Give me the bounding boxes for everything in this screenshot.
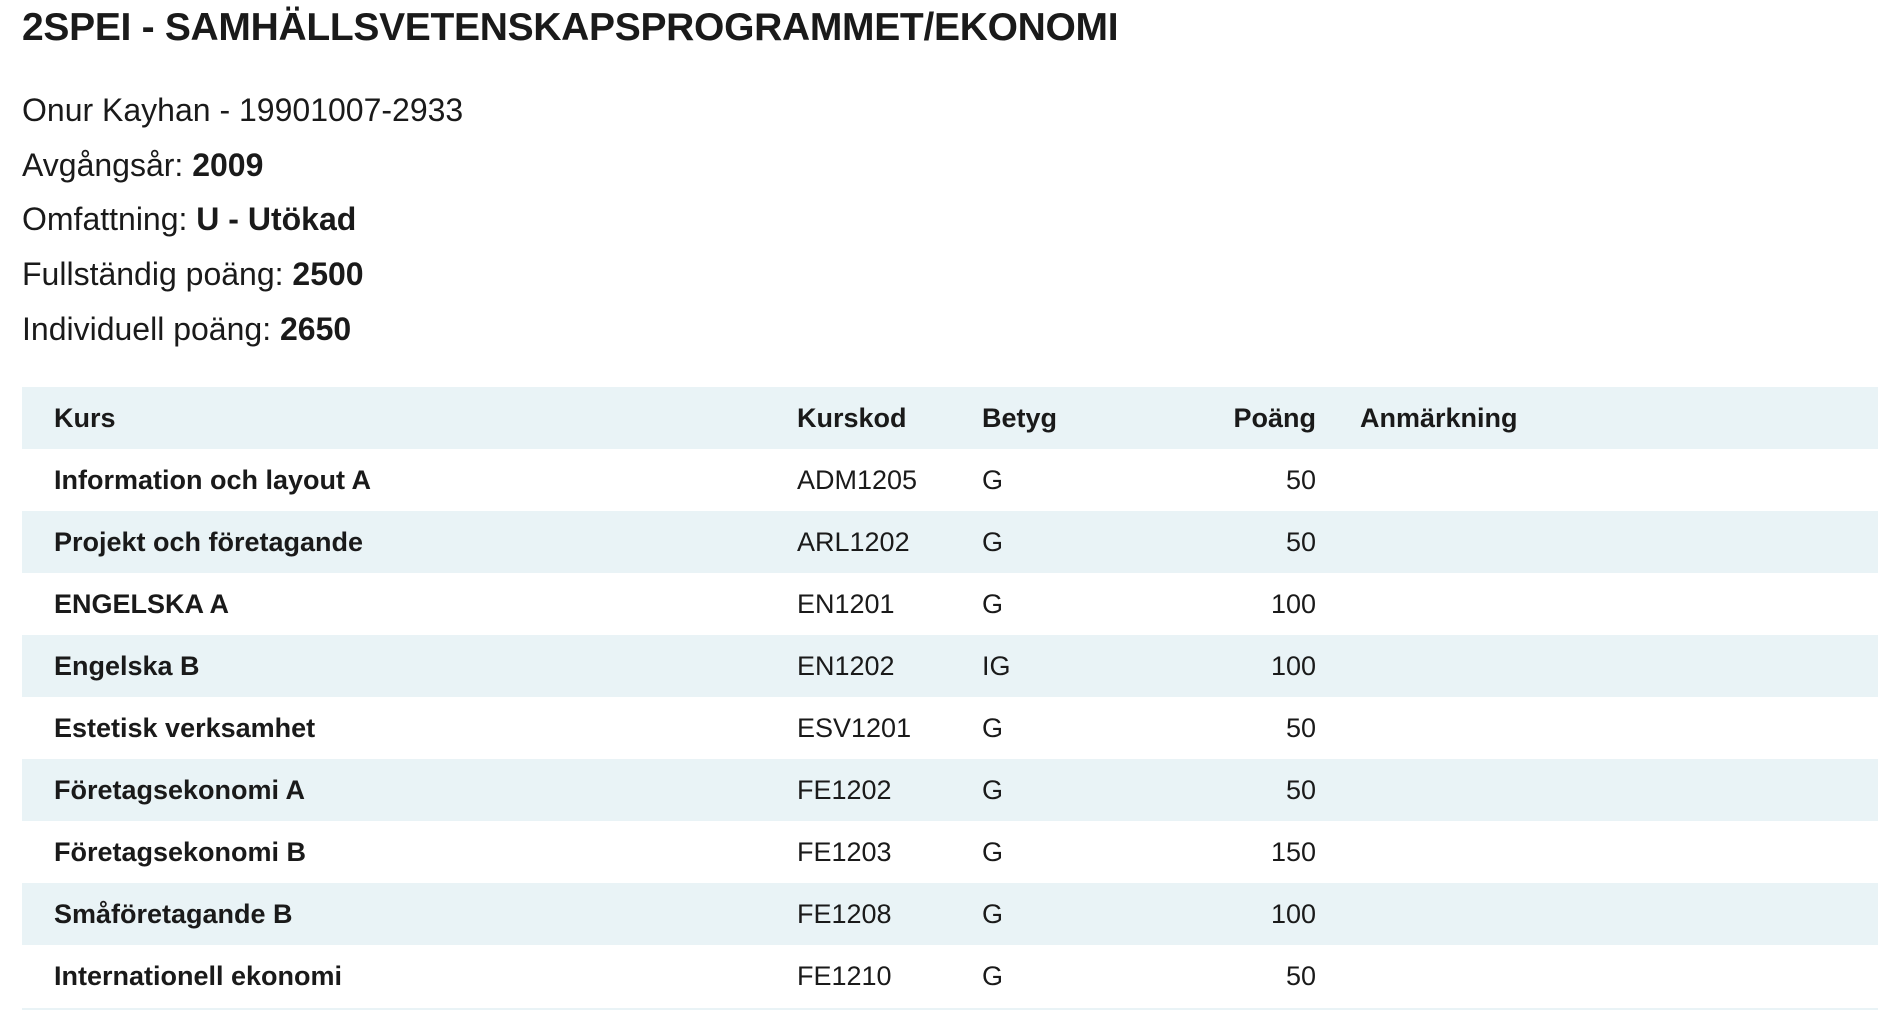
course-code-cell: EN1202 <box>797 650 895 681</box>
points-cell: 100 <box>1270 898 1316 929</box>
graduation-year-label: Avgångsår: <box>22 147 184 183</box>
course-name-cell: ENGELSKA A <box>54 588 230 619</box>
table-row: Estetisk verksamhet ESV1201 G 50 <box>22 697 1878 759</box>
graduation-year-value: 2009 <box>192 147 264 183</box>
column-header-course: Kurs <box>54 402 116 433</box>
column-header-remark: Anmärkning <box>1360 402 1518 433</box>
course-code-cell: EN1201 <box>797 588 895 619</box>
table-row: Information och layout A ADM1205 G 50 <box>22 449 1878 511</box>
grade-cell: G <box>982 774 1004 805</box>
course-name-cell: Internationell ekonomi <box>54 960 343 991</box>
individual-points-value: 2650 <box>279 311 352 347</box>
page-title: 2SPEI - SAMHÄLLSVETENSKAPSPROGRAMMET/EKO… <box>22 6 1119 49</box>
course-name-cell: Småföretagande B <box>54 898 293 929</box>
student-name-value: Onur Kayhan - 19901007-2933 <box>22 92 464 128</box>
grade-cell: IG <box>982 650 1011 681</box>
course-name-cell: Engelska B <box>54 650 200 681</box>
grade-cell: G <box>982 836 1004 867</box>
grade-cell: G <box>982 464 1004 495</box>
table-row: Företagsekonomi A FE1202 G 50 <box>22 759 1878 821</box>
scope-line: Omfattning: U - Utökad <box>22 199 356 239</box>
remark-cell <box>1360 821 1878 883</box>
remark-cell <box>1360 945 1878 1007</box>
individual-points-label: Individuell poäng: <box>22 311 272 347</box>
full-points-label: Fullständig poäng: <box>22 256 284 292</box>
course-code-cell: FE1208 <box>797 898 892 929</box>
remark-cell <box>1360 883 1878 945</box>
points-cell: 150 <box>1270 836 1316 867</box>
column-header-code: Kurskod <box>797 402 907 433</box>
full-points-line: Fullständig poäng: 2500 <box>22 254 364 294</box>
grade-cell: G <box>982 526 1004 557</box>
scope-value: U - Utökad <box>196 201 357 237</box>
table-row: Småföretagande B FE1208 G 100 <box>22 883 1878 945</box>
transcript-page: 2SPEI - SAMHÄLLSVETENSKAPSPROGRAMMET/EKO… <box>0 0 1892 1010</box>
full-points-value: 2500 <box>292 256 364 292</box>
grade-cell: G <box>982 960 1004 991</box>
table-row: ENGELSKA A EN1201 G 100 <box>22 573 1878 635</box>
course-name-cell: Företagsekonomi A <box>54 774 306 805</box>
student-name-line: Onur Kayhan - 19901007-2933 <box>22 90 463 130</box>
points-cell: 50 <box>1285 526 1316 557</box>
table-row: Företagsekonomi B FE1203 G 150 <box>22 821 1878 883</box>
table-row: Projekt och företagande ARL1202 G 50 <box>22 511 1878 573</box>
course-code-cell: ESV1201 <box>797 712 912 743</box>
points-cell: 50 <box>1285 712 1316 743</box>
points-cell: 100 <box>1270 588 1316 619</box>
course-code-cell: FE1210 <box>797 960 892 991</box>
table-header-row: Kurs Kurskod Betyg Poäng Anmärkning <box>22 387 1878 449</box>
course-name-cell: Projekt och företagande <box>54 526 364 557</box>
course-code-cell: FE1203 <box>797 836 892 867</box>
course-name-cell: Företagsekonomi B <box>54 836 307 867</box>
remark-cell <box>1360 759 1878 821</box>
points-cell: 50 <box>1285 960 1316 991</box>
remark-cell <box>1360 573 1878 635</box>
points-cell: 50 <box>1285 774 1316 805</box>
course-code-cell: ARL1202 <box>797 526 910 557</box>
points-cell: 100 <box>1270 650 1316 681</box>
courses-table: Kurs Kurskod Betyg Poäng Anmärkning Info… <box>22 387 1878 1007</box>
points-cell: 50 <box>1285 464 1316 495</box>
course-name-cell: Information och layout A <box>54 464 371 495</box>
grade-cell: G <box>982 712 1004 743</box>
remark-cell <box>1360 635 1878 697</box>
remark-cell <box>1360 697 1878 759</box>
scope-label: Omfattning: <box>22 201 188 237</box>
remark-cell <box>1360 511 1878 573</box>
graduation-year-line: Avgångsår: 2009 <box>22 145 263 185</box>
remark-cell <box>1360 449 1878 511</box>
course-code-cell: FE1202 <box>797 774 892 805</box>
grade-cell: G <box>982 588 1004 619</box>
table-row: Internationell ekonomi FE1210 G 50 <box>22 945 1878 1007</box>
table-row: Engelska B EN1202 IG 100 <box>22 635 1878 697</box>
individual-points-line: Individuell poäng: 2650 <box>22 309 351 349</box>
grade-cell: G <box>982 898 1004 929</box>
course-code-cell: ADM1205 <box>797 464 918 495</box>
course-name-cell: Estetisk verksamhet <box>54 712 316 743</box>
column-header-grade: Betyg <box>982 402 1058 433</box>
column-header-points: Poäng <box>1233 402 1316 433</box>
